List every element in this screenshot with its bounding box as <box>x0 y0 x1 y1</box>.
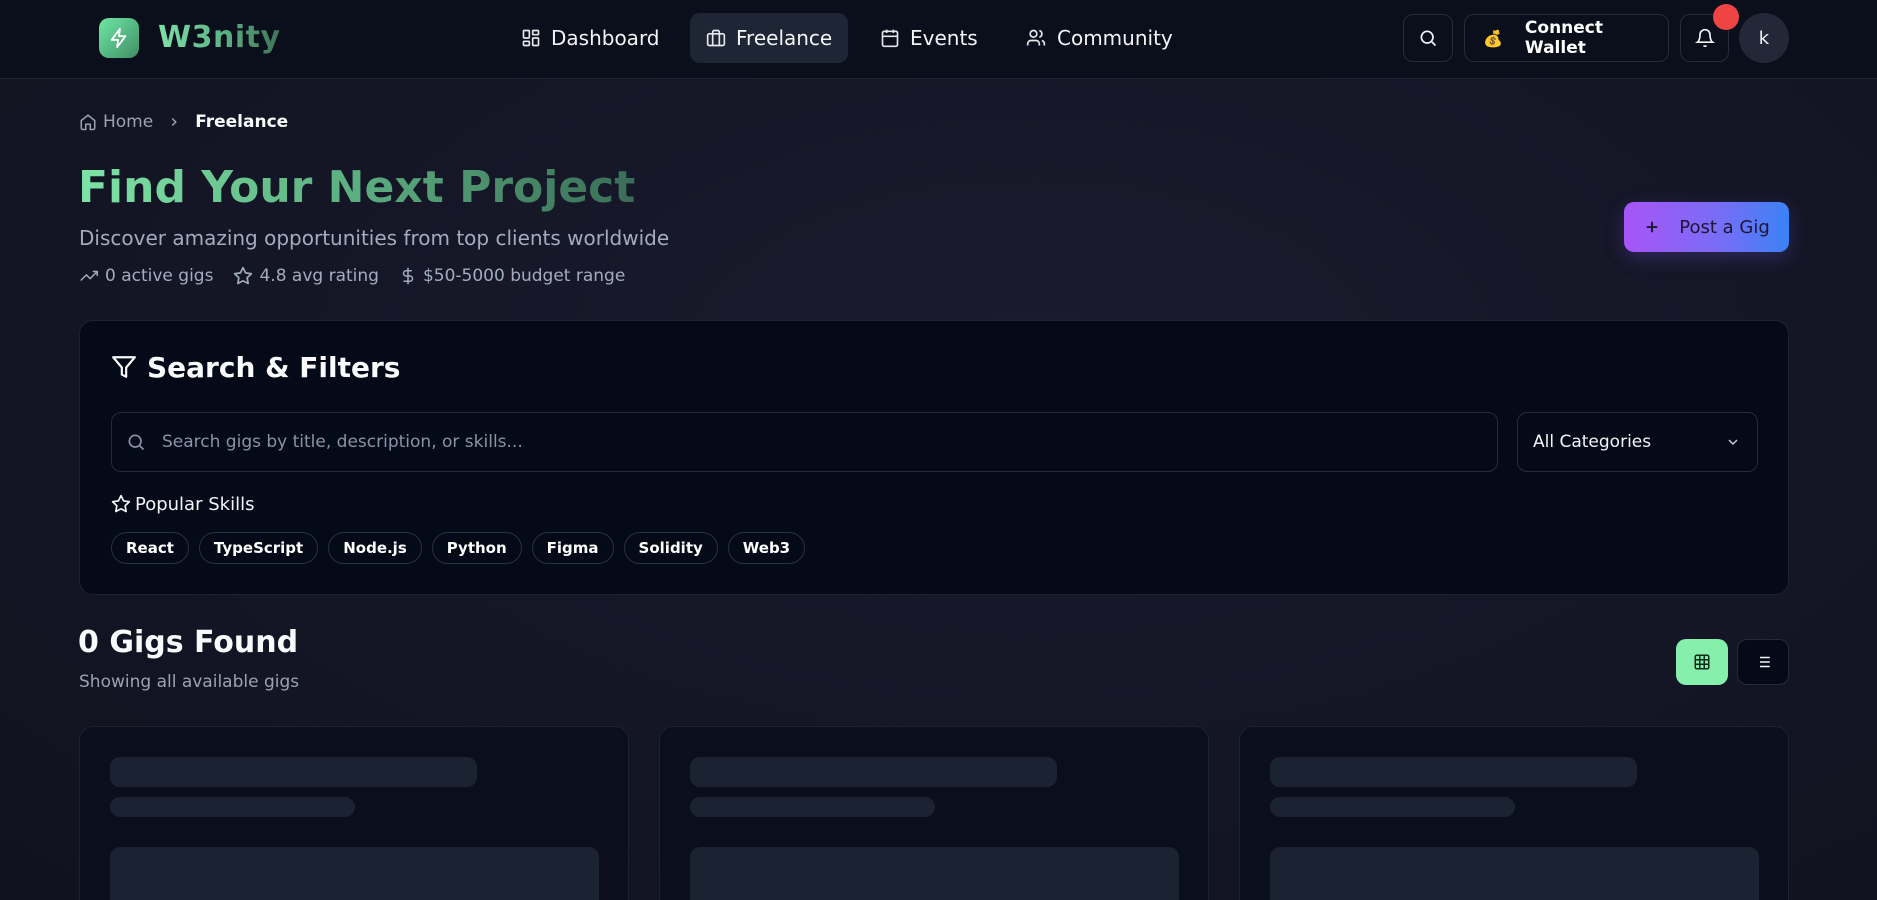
top-navbar: W3nity Dashboard Freelance Events Commun… <box>0 0 1877 79</box>
page-title: Find Your Next Project <box>78 160 635 216</box>
layout-grid-icon <box>521 28 541 48</box>
grid-icon <box>1693 653 1711 671</box>
skills-list: React TypeScript Node.js Python Figma So… <box>111 532 806 564</box>
skeleton-line <box>110 757 477 787</box>
skill-chip-solidity[interactable]: Solidity <box>623 532 718 564</box>
breadcrumb-current: Freelance <box>195 112 289 132</box>
gig-card-skeleton <box>79 726 629 900</box>
filter-icon <box>111 354 137 380</box>
list-icon <box>1754 653 1772 671</box>
chevron-down-icon <box>1725 434 1741 450</box>
popular-skills-label: Popular Skills <box>135 493 255 515</box>
stat-avg-rating-text: 4.8 avg rating <box>259 266 379 286</box>
star-icon <box>233 266 253 286</box>
chevron-right-icon <box>167 115 181 129</box>
stat-avg-rating: 4.8 avg rating <box>233 266 379 286</box>
skill-chip-typescript[interactable]: TypeScript <box>198 532 319 564</box>
skeleton-line <box>1270 797 1515 817</box>
header-search-button[interactable] <box>1403 14 1453 62</box>
avatar[interactable]: k <box>1739 13 1789 63</box>
nav-freelance[interactable]: Freelance <box>690 13 849 63</box>
skeleton-block <box>690 847 1179 900</box>
users-icon <box>1025 28 1047 48</box>
skeleton-line <box>690 757 1057 787</box>
stat-budget-range: $50-5000 budget range <box>399 266 625 286</box>
dollar-icon <box>399 266 417 286</box>
filters-title-text: Search & Filters <box>147 350 401 384</box>
list-view-button[interactable] <box>1737 639 1789 685</box>
trending-up-icon <box>79 267 99 285</box>
calendar-icon <box>880 28 900 48</box>
search-input[interactable] <box>162 413 1497 471</box>
logo-badge[interactable] <box>99 18 139 58</box>
skeleton-block <box>110 847 599 900</box>
gig-card-skeleton <box>659 726 1209 900</box>
nav-dashboard-label: Dashboard <box>551 26 660 50</box>
stat-active-gigs: 0 active gigs <box>79 266 213 286</box>
page-subtitle: Discover amazing opportunities from top … <box>79 226 670 250</box>
logo-text[interactable]: W3nity <box>158 18 281 58</box>
star-icon <box>111 494 131 514</box>
search-icon <box>1418 28 1438 48</box>
search-icon <box>126 432 146 452</box>
home-icon <box>79 113 97 131</box>
gig-card-skeleton <box>1239 726 1789 900</box>
search-field[interactable] <box>111 412 1498 472</box>
connect-wallet-button[interactable]: 💰 Connect Wallet <box>1464 14 1669 62</box>
popular-skills-heading: Popular Skills <box>111 492 254 516</box>
results-count-title: 0 Gigs Found <box>78 625 299 660</box>
nav-dashboard[interactable]: Dashboard <box>505 13 676 63</box>
skill-chip-python[interactable]: Python <box>431 532 522 564</box>
nav-community-label: Community <box>1057 26 1173 50</box>
skeleton-line <box>690 797 935 817</box>
skeleton-line <box>1270 757 1637 787</box>
lightning-bolt-icon <box>108 27 130 49</box>
post-gig-label: Post a Gig <box>1679 216 1770 238</box>
money-bag-icon: 💰 <box>1483 28 1503 48</box>
skeleton-block <box>1270 847 1759 900</box>
connect-wallet-label: Connect Wallet <box>1524 18 1604 58</box>
category-select[interactable]: All Categories <box>1517 412 1758 472</box>
breadcrumb-home-label: Home <box>103 112 154 132</box>
skill-chip-react[interactable]: React <box>111 532 189 564</box>
grid-view-button[interactable] <box>1676 639 1728 685</box>
filters-card: Search & Filters All Categories Popular … <box>79 320 1789 595</box>
nav-freelance-label: Freelance <box>736 26 833 50</box>
results-subtitle: Showing all available gigs <box>79 672 300 692</box>
bell-icon <box>1694 28 1715 48</box>
notification-badge <box>1713 4 1739 30</box>
skill-chip-nodejs[interactable]: Node.js <box>328 532 422 564</box>
category-selected: All Categories <box>1533 432 1652 452</box>
breadcrumb-home[interactable]: Home <box>79 112 153 132</box>
skill-chip-web3[interactable]: Web3 <box>727 532 806 564</box>
nav-events[interactable]: Events <box>864 13 994 63</box>
post-gig-button[interactable]: Post a Gig <box>1624 202 1789 252</box>
stat-active-gigs-text: 0 active gigs <box>105 266 214 286</box>
filters-title: Search & Filters <box>111 347 400 387</box>
breadcrumb: Home Freelance <box>79 110 288 134</box>
stats-row: 0 active gigs 4.8 avg rating $50-5000 bu… <box>79 264 625 288</box>
nav-community[interactable]: Community <box>1009 13 1189 63</box>
nav-events-label: Events <box>910 26 978 50</box>
skill-chip-figma[interactable]: Figma <box>531 532 614 564</box>
briefcase-icon <box>706 28 726 48</box>
stat-budget-range-text: $50-5000 budget range <box>422 266 626 286</box>
skeleton-line <box>110 797 355 817</box>
plus-icon <box>1643 218 1661 236</box>
